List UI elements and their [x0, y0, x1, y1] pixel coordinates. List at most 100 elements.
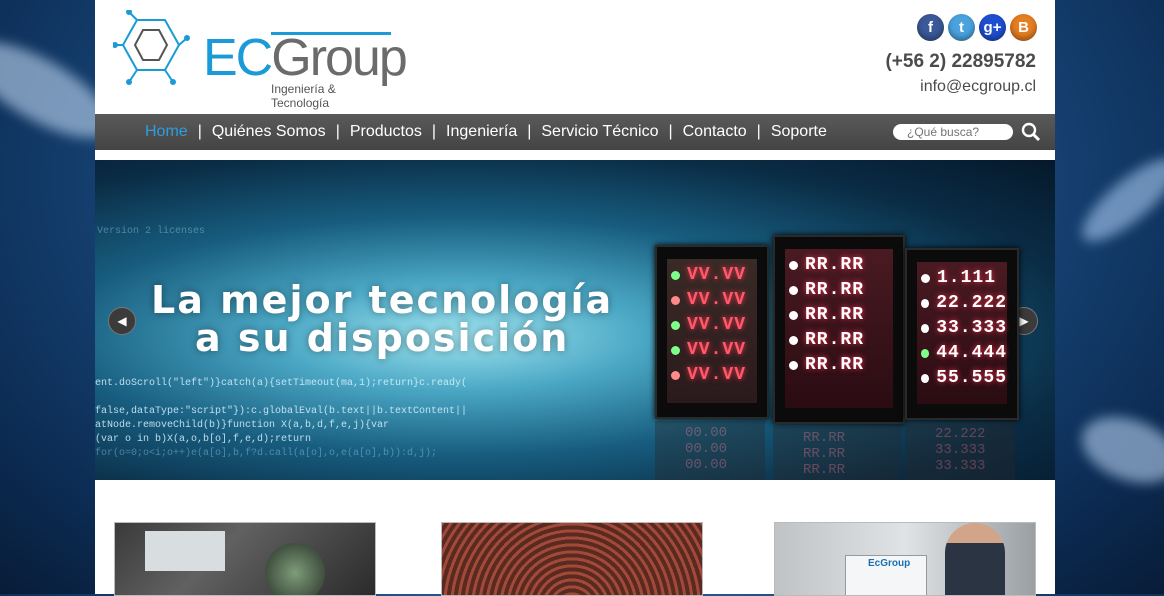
contact-email[interactable]: info@ecgroup.cl: [920, 78, 1036, 96]
thumbnail-business-man[interactable]: EcGroup: [774, 522, 1036, 596]
thumbnail-scanner[interactable]: [114, 522, 376, 596]
search-icon[interactable]: [1021, 122, 1041, 142]
meter-row: RR.RR: [785, 280, 893, 300]
nav-separator: |: [527, 123, 532, 140]
meter-reflection-reading: 22.222: [935, 426, 986, 442]
status-led-icon: [789, 360, 798, 370]
nav-item-servicio-t-cnico[interactable]: | Servicio Técnico: [517, 123, 658, 141]
meter-reflection-reading: 00.00: [685, 457, 728, 473]
google-plus-icon[interactable]: g+: [979, 14, 1006, 41]
meter-reading: 55.555: [936, 368, 1007, 388]
meter-row: VV.VV: [667, 265, 757, 285]
status-led-icon: [671, 345, 680, 355]
meter-row: VV.VV: [667, 315, 757, 335]
banner-code-text: false,dataType:"script"}):c.globalEval(b…: [95, 406, 468, 417]
twitter-icon[interactable]: t: [948, 14, 975, 41]
nav-item-soporte[interactable]: | Soporte: [747, 123, 827, 141]
meter-reading: 44.444: [936, 343, 1007, 363]
status-led-icon: [789, 260, 798, 270]
status-led-icon: [671, 295, 680, 305]
search-input[interactable]: [893, 124, 1013, 140]
meter-row: VV.VV: [667, 340, 757, 360]
business-man-figure: [945, 523, 1005, 595]
nav-separator: |: [668, 123, 673, 140]
facebook-icon[interactable]: f: [917, 14, 944, 41]
meter-reading: 1.111: [937, 268, 997, 288]
nav-item-productos[interactable]: | Productos: [326, 123, 422, 141]
background-light-streak: [1072, 404, 1164, 496]
hero-banner: Version 2 licenses ent.doScroll("left")}…: [95, 160, 1055, 480]
meter-reading: VV.VV: [687, 365, 747, 385]
meter-reflection: RR.RR RR.RR RR.RR: [773, 426, 901, 480]
scanner-panel: [145, 531, 225, 571]
logo-ec: EC: [203, 29, 273, 87]
page-container: ECGroup Ingeniería & Tecnología f t g+ B (+…: [95, 0, 1055, 596]
nav-item-ingenier-a[interactable]: | Ingeniería: [422, 123, 517, 141]
meter-row: 44.444: [917, 343, 1007, 363]
blogger-icon[interactable]: B: [1010, 14, 1037, 41]
nav-item-contacto[interactable]: | Contacto: [658, 123, 746, 141]
status-led-icon: [671, 320, 680, 330]
nav-link-label[interactable]: Home: [145, 123, 188, 141]
meter-reflection-reading: RR.RR: [803, 462, 846, 478]
meter-reading: RR.RR: [805, 330, 865, 350]
status-led-icon: [789, 285, 798, 295]
nav-link-label[interactable]: Quiénes Somos: [212, 123, 326, 141]
nav-link-label[interactable]: Servicio Técnico: [541, 123, 658, 141]
meter-reflection-reading: RR.RR: [803, 446, 846, 462]
meter-screen: 1.111 22.222 33.333 44.444 55.555: [917, 262, 1007, 404]
meter-reading: VV.VV: [687, 340, 747, 360]
banner-code-text: for(o=0;o<i;o++)e(a[o],b,f?d.call(a[o],o…: [95, 448, 438, 459]
nav-separator: |: [431, 123, 437, 140]
status-led-icon: [671, 370, 680, 380]
thumbnail-led-display[interactable]: [441, 522, 703, 596]
status-led-icon: [921, 348, 930, 358]
meter-row: 22.222: [917, 293, 1007, 313]
meter-reading: VV.VV: [687, 265, 747, 285]
nav-separator: |: [756, 123, 761, 140]
status-led-icon: [671, 270, 680, 280]
header: ECGroup Ingeniería & Tecnología f t g+ B (+…: [95, 0, 1055, 114]
meter-reflection-reading: 33.333: [935, 458, 986, 474]
slider-prev-button[interactable]: ◀: [108, 307, 136, 335]
site-logo[interactable]: ECGroup Ingeniería & Tecnología: [113, 10, 408, 110]
meter-reflection-reading: RR.RR: [803, 430, 846, 446]
meter-screen: VV.VV VV.VV VV.VV VV.VV VV.VV: [667, 259, 757, 403]
laptop-screen: EcGroup: [845, 555, 927, 595]
scanner-lens: [265, 543, 325, 595]
meter-reading: 22.222: [936, 293, 1007, 313]
contact-phone: (+56 2) 22895782: [885, 51, 1036, 72]
meter-row: VV.VV: [667, 365, 757, 385]
meter-screen: RR.RR RR.RR RR.RR RR.RR RR.RR: [785, 249, 893, 408]
meter-reading: RR.RR: [805, 255, 865, 275]
nav-item-qui-nes-somos[interactable]: | Quiénes Somos: [188, 123, 326, 141]
nav-item-home[interactable]: Home: [145, 123, 188, 141]
nav-menu: Home | Quiénes Somos | Productos | Ingeniería |…: [145, 114, 827, 150]
nav-link-label[interactable]: Contacto: [683, 123, 747, 141]
nav-link-label[interactable]: Ingeniería: [446, 123, 517, 141]
banner-code-text: ent.doScroll("left")}catch(a){setTimeout…: [95, 378, 468, 389]
status-led-icon: [921, 298, 930, 308]
banner-code-text: atNode.removeChild(b)}function X(a,b,d,f…: [95, 420, 390, 431]
nav-link-label[interactable]: Productos: [350, 123, 422, 141]
logo-tagline: Ingeniería & Tecnología: [271, 82, 336, 110]
logo-group: Group: [271, 29, 408, 87]
meter-row: RR.RR: [785, 305, 893, 325]
nav-separator: |: [335, 123, 340, 140]
meter-row: VV.VV: [667, 290, 757, 310]
status-led-icon: [921, 273, 930, 283]
meter-reflection-reading: 33.333: [935, 442, 986, 458]
status-led-icon: [921, 373, 930, 383]
meter-reflection-reading: 00.00: [685, 425, 728, 441]
nav-link-label[interactable]: Soporte: [771, 123, 827, 141]
panel-meter: 1.111 22.222 33.333 44.444 55.555: [905, 248, 1019, 420]
status-led-icon: [921, 323, 930, 333]
nav-separator: |: [197, 123, 202, 140]
meter-reflection-reading: 00.00: [685, 441, 728, 457]
meter-reflection: 00.00 00.00 00.00: [655, 421, 765, 480]
meter-row: RR.RR: [785, 330, 893, 350]
panel-meter: VV.VV VV.VV VV.VV VV.VV VV.VV: [655, 245, 769, 419]
meter-reading: RR.RR: [805, 280, 865, 300]
meter-row: RR.RR: [785, 255, 893, 275]
meter-row: 55.555: [917, 368, 1007, 388]
